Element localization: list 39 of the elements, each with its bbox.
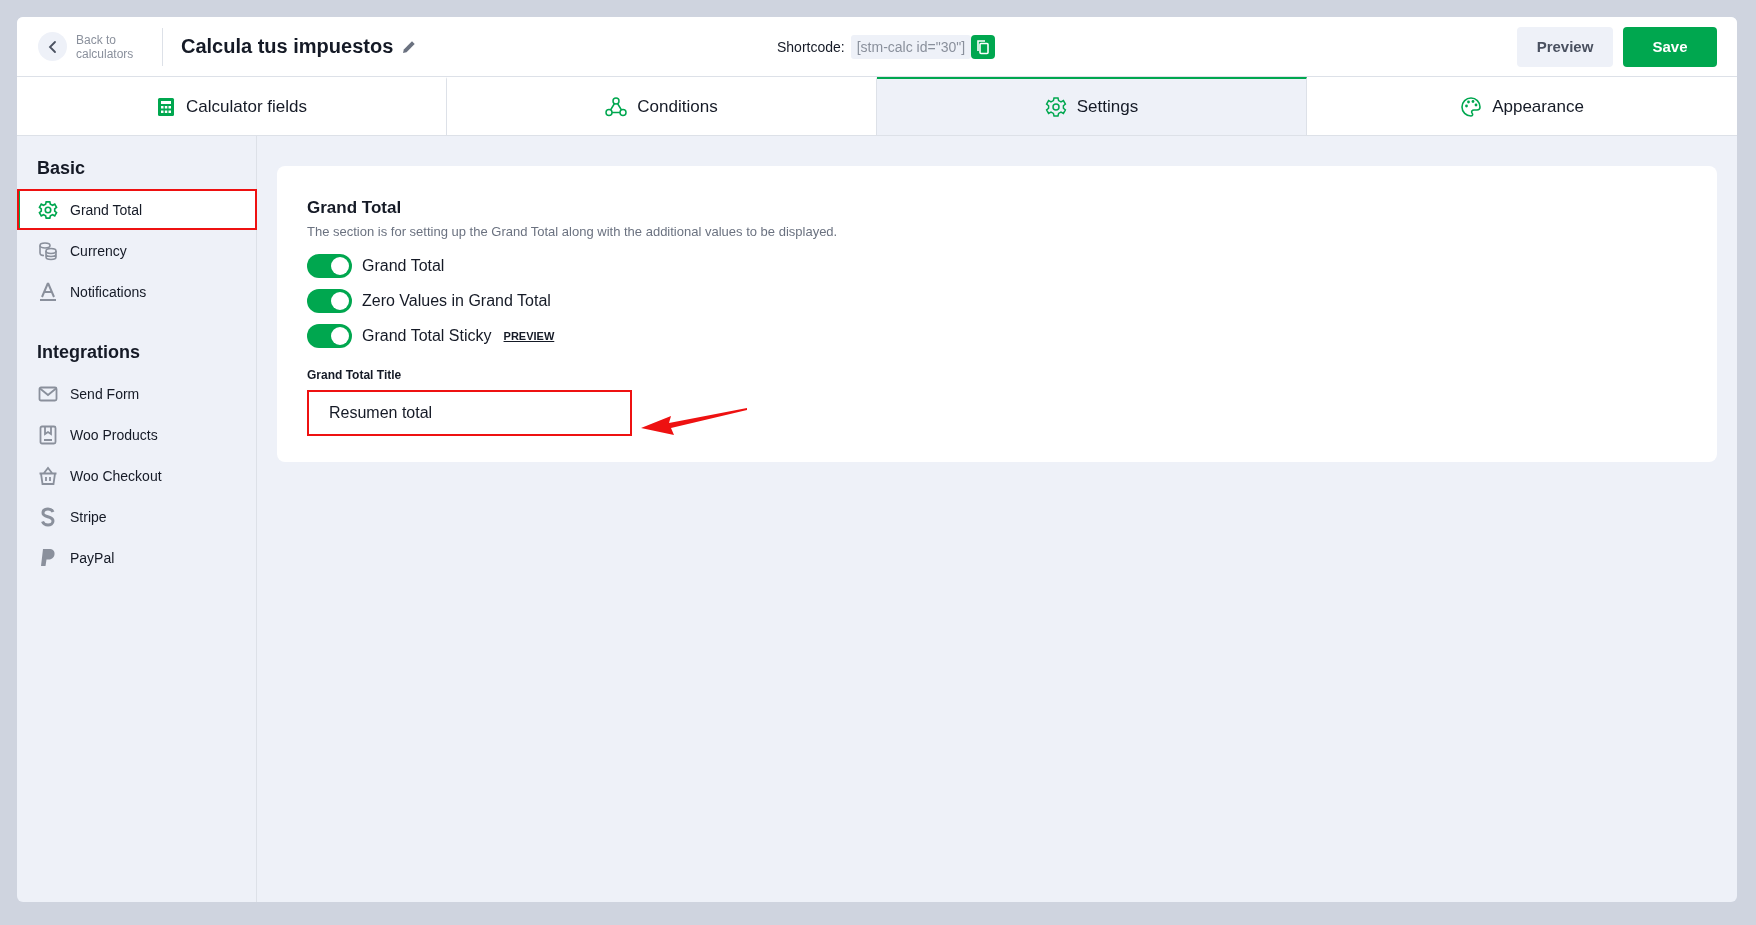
settings-icon [1044, 96, 1067, 118]
sidebar-item[interactable]: Send Form [17, 373, 257, 414]
preview-button[interactable]: Preview [1517, 26, 1613, 67]
toggle-label: Grand Total [362, 257, 445, 275]
toggle-label: Zero Values in Grand Total [362, 292, 551, 310]
sidebar-item[interactable]: Notifications [17, 271, 257, 312]
calculator-icon [156, 97, 176, 117]
sidebar-item[interactable]: PayPal [17, 537, 257, 578]
coins-icon [38, 240, 58, 261]
sidebar-item[interactable]: Woo Products [17, 414, 257, 455]
field-label: Grand Total Title [307, 368, 403, 382]
letter-a-icon [38, 281, 58, 302]
copy-button[interactable] [971, 34, 996, 59]
toggle-switch[interactable] [307, 254, 352, 278]
section-heading: Integrations [37, 342, 141, 363]
back-button[interactable] [38, 32, 67, 61]
package-icon [38, 424, 58, 445]
section-description: The section is for setting up the Grand Total along with the additional values to be displayed. [307, 224, 839, 239]
tab[interactable]: Settings [877, 77, 1307, 135]
shortcode-text: [stm-calc id="30"] [850, 34, 972, 59]
input-field[interactable]: Resumen total [307, 390, 632, 436]
toggle-label: Grand Total Sticky [362, 327, 492, 345]
preview-link[interactable]: PREVIEW [503, 330, 555, 342]
sidebar-item[interactable]: Currency [17, 230, 257, 271]
palette-icon [1460, 96, 1483, 118]
section-heading: Basic [37, 158, 87, 179]
nodes-icon [605, 97, 628, 117]
sidebar-item[interactable]: Woo Checkout [17, 455, 257, 496]
envelope-icon [38, 384, 58, 403]
calculator-title: Calcula tus impuestos [181, 35, 394, 58]
sidebar-item[interactable]: Stripe [17, 496, 257, 537]
basket-icon [38, 465, 58, 486]
toggle-switch[interactable] [307, 289, 352, 313]
section-title: Grand Total [307, 198, 403, 218]
toggle-switch[interactable] [307, 324, 352, 348]
copy-icon [975, 38, 992, 55]
settings-icon [38, 199, 58, 220]
shortcode-label: Shortcode: [777, 38, 845, 55]
sidebar-item[interactable]: Grand Total [17, 189, 257, 230]
